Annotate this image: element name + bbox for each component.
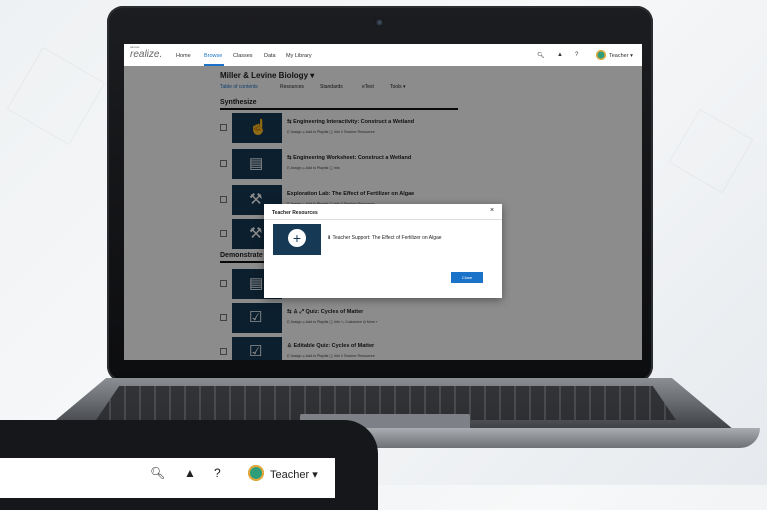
help-icon[interactable]: ? — [575, 52, 578, 58]
user-menu[interactable]: Teacher ▾ — [270, 468, 318, 481]
nav-classes[interactable]: Classes — [233, 53, 253, 59]
logo-text: realize. — [130, 49, 163, 60]
teacher-resources-dialog: Teacher Resources × + ⬇ Teacher Support:… — [264, 204, 502, 298]
user-menu[interactable]: Teacher ▾ — [609, 53, 633, 59]
realize-logo[interactable]: savvas realize. — [130, 45, 163, 60]
dialog-divider — [264, 219, 502, 220]
bell-icon[interactable]: ▲ — [184, 466, 196, 480]
close-icon[interactable]: × — [490, 207, 494, 214]
teacher-support-thumbnail[interactable]: + — [273, 224, 321, 255]
nav-my-library[interactable]: My Library — [286, 53, 312, 59]
top-navigation: savvas realize. Home Browse Classes Data… — [124, 44, 642, 67]
avatar[interactable] — [596, 50, 606, 60]
laptop-screen: savvas realize. Home Browse Classes Data… — [124, 44, 642, 360]
bell-icon[interactable]: ▲ — [557, 52, 563, 58]
logo-small-text: savvas — [130, 45, 140, 49]
nav-home[interactable]: Home — [176, 53, 191, 59]
search-icon[interactable]: 🔍︎ — [537, 52, 545, 59]
nav-data[interactable]: Data — [264, 53, 276, 59]
dialog-title: Teacher Resources — [272, 210, 318, 216]
search-icon[interactable]: 🔍︎ — [150, 466, 165, 480]
background-hexagon — [668, 108, 754, 194]
help-icon[interactable]: ? — [214, 466, 221, 480]
avatar[interactable] — [248, 465, 264, 481]
webcam-icon — [375, 18, 384, 27]
close-button[interactable]: Close — [451, 272, 483, 283]
background-hexagon — [6, 46, 106, 146]
teacher-support-link[interactable]: ⬇ Teacher Support: The Effect of Fertili… — [327, 235, 442, 241]
nav-browse[interactable]: Browse — [204, 53, 222, 59]
apple-plus-icon: + — [288, 229, 306, 247]
